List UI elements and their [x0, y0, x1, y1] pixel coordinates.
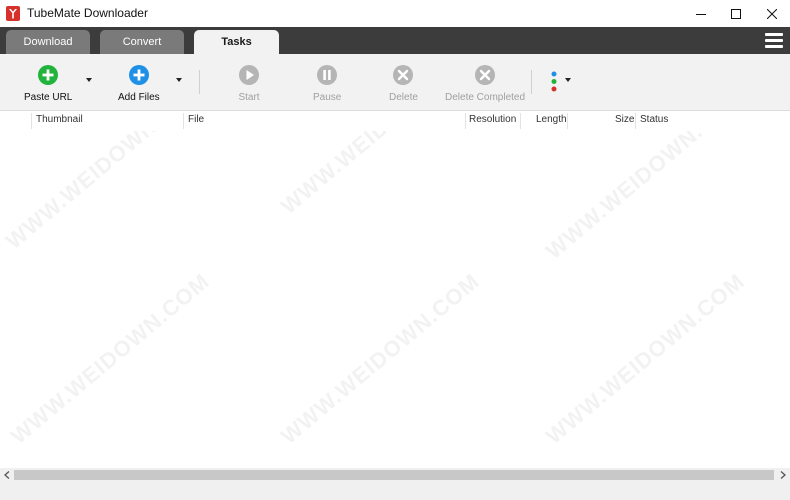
- watermark-text: WWW.WEIDOWN.COM: [5, 268, 215, 449]
- window-title: TubeMate Downloader: [27, 6, 148, 20]
- scroll-right-button[interactable]: [776, 468, 790, 482]
- task-list[interactable]: WWW.WEIDOWN.COM WWW.WEIDOWN.COM WWW.WEID…: [0, 131, 790, 468]
- start-button[interactable]: Start: [238, 64, 260, 103]
- paste-url-label: Paste URL: [24, 92, 73, 103]
- column-header-thumbnail[interactable]: Thumbnail: [36, 114, 83, 125]
- watermark-text: WWW.WEIDOWN.COM: [540, 268, 750, 449]
- watermark-text: WWW.WEIDOWN.COM: [0, 131, 210, 254]
- scroll-left-button[interactable]: [0, 468, 14, 482]
- delete-completed-button[interactable]: Delete Completed: [445, 64, 525, 103]
- pause-button[interactable]: Pause: [313, 64, 341, 103]
- column-divider: [520, 113, 521, 129]
- column-header-resolution[interactable]: Resolution: [469, 114, 516, 125]
- tab-tasks-label: Tasks: [221, 36, 252, 48]
- options-dropdown-icon[interactable]: [565, 78, 571, 82]
- tab-convert[interactable]: Convert: [100, 30, 184, 54]
- watermark-text: WWW.WEIDOWN.COM: [276, 131, 485, 220]
- pause-label: Pause: [313, 92, 342, 103]
- hamburger-menu-button[interactable]: [763, 31, 785, 51]
- column-divider: [183, 113, 184, 129]
- column-divider: [567, 113, 568, 129]
- delete-label: Delete: [389, 92, 418, 103]
- delete-completed-label: Delete Completed: [445, 92, 526, 103]
- watermark-text: WWW.WEIDOWN.COM: [275, 268, 485, 449]
- plus-circle-blue-icon: [128, 65, 149, 85]
- column-header-status[interactable]: Status: [640, 114, 668, 125]
- add-files-label: Add Files: [118, 92, 160, 103]
- column-header-file[interactable]: File: [188, 114, 204, 125]
- chevron-right-icon: [780, 471, 786, 479]
- delete-button[interactable]: Delete: [389, 64, 418, 103]
- delete-completed-x-icon: [475, 65, 496, 85]
- task-list-header: Thumbnail File Resolution Length Size St…: [0, 111, 790, 131]
- add-files-button[interactable]: Add Files: [118, 64, 160, 103]
- horizontal-scrollbar[interactable]: [0, 468, 790, 482]
- options-menu-button[interactable]: [548, 70, 572, 94]
- close-icon: [767, 8, 777, 19]
- column-header-length[interactable]: Length: [536, 114, 567, 125]
- tab-convert-label: Convert: [122, 36, 162, 48]
- column-divider: [635, 113, 636, 129]
- column-divider: [31, 113, 32, 129]
- tab-download[interactable]: Download: [6, 30, 90, 54]
- paste-url-button[interactable]: Paste URL: [24, 64, 72, 103]
- tab-strip: Download Convert Tasks: [0, 27, 790, 54]
- add-files-dropdown-icon[interactable]: [176, 78, 182, 82]
- toolbar-divider: [531, 70, 532, 94]
- column-divider: [465, 113, 466, 129]
- close-button[interactable]: [749, 0, 790, 27]
- plus-circle-green-icon: [38, 65, 59, 85]
- status-bar: [0, 482, 790, 500]
- tubemate-logo-icon: [6, 6, 20, 21]
- scrollbar-thumb[interactable]: [14, 470, 774, 480]
- title-bar: TubeMate Downloader: [0, 0, 790, 27]
- colored-dots-icon: [551, 71, 557, 92]
- maximize-icon: [731, 8, 741, 19]
- tab-download-label: Download: [23, 36, 73, 48]
- column-header-size[interactable]: Size: [615, 114, 634, 125]
- play-icon: [239, 65, 259, 85]
- toolbar: Paste URL Add Files Start Pause Delete D…: [0, 54, 790, 111]
- toolbar-divider: [199, 70, 200, 94]
- paste-url-dropdown-icon[interactable]: [86, 78, 92, 82]
- chevron-left-icon: [4, 471, 10, 479]
- delete-x-icon: [393, 65, 414, 85]
- pause-icon: [317, 65, 338, 85]
- tab-tasks[interactable]: Tasks: [194, 30, 279, 54]
- start-label: Start: [238, 92, 260, 103]
- minimize-icon: [696, 13, 706, 15]
- watermark-text: WWW.WEIDOWN.COM: [540, 131, 750, 264]
